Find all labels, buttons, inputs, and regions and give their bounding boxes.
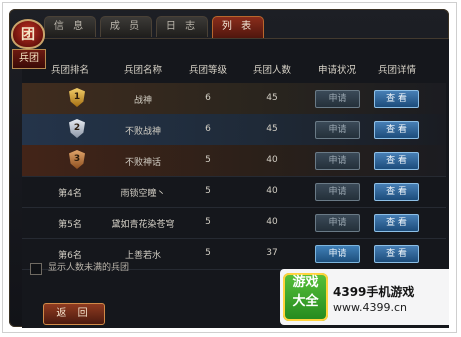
watermark-url: www.4399.cn: [333, 301, 407, 314]
guild-name: 战神: [133, 96, 152, 106]
guild-level: 6: [205, 124, 211, 134]
apply-button[interactable]: 申请: [315, 152, 360, 170]
header-name: 兵团名称: [123, 65, 162, 76]
guild-emblem-glyph: 团: [21, 27, 35, 43]
table-row: 2 不败战神 6 45 申请 查 看: [22, 114, 446, 146]
guild-members: 45: [266, 124, 278, 134]
guild-rank: 第5名: [58, 220, 82, 230]
guild-emblem: 团 兵团: [11, 19, 46, 71]
table-row: 第5名 黛如青花染苍穹 5 40 申请 查 看: [22, 207, 446, 239]
header-members: 兵团人数: [252, 65, 291, 76]
guild-name: 黛如青花染苍穹: [111, 220, 175, 230]
header-apply: 申请状况: [317, 65, 356, 76]
guild-members: 37: [266, 248, 278, 258]
table-row: 3 不败神话 5 40 申请 查 看: [22, 145, 446, 177]
view-button[interactable]: 查 看: [374, 214, 419, 232]
table-row: 1 战神 6 45 申请 查 看: [22, 83, 446, 115]
guild-emblem-label: 兵团: [12, 49, 46, 69]
view-button[interactable]: 查 看: [374, 152, 419, 170]
view-button[interactable]: 查 看: [374, 90, 419, 108]
back-button[interactable]: 返 回: [43, 303, 105, 325]
guild-level: 5: [205, 248, 211, 258]
guild-level: 5: [205, 217, 211, 227]
watermark-logo: 游戏 大全: [283, 273, 328, 321]
gold-shield-icon: 1: [69, 88, 85, 107]
guild-members: 40: [266, 186, 278, 196]
guild-name: 不败神话: [124, 158, 161, 168]
table-row: 第4名 雨锁空瞳丶 5 40 申请 查 看: [22, 176, 446, 208]
apply-button[interactable]: 申请: [315, 245, 360, 263]
guild-members: 45: [266, 93, 278, 103]
watermark-box-top: 游戏: [292, 275, 319, 290]
view-button[interactable]: 查 看: [374, 245, 419, 263]
guild-members: 40: [266, 217, 278, 227]
guild-members: 40: [266, 155, 278, 165]
bronze-shield-icon: 3: [69, 150, 85, 169]
guild-level: 5: [205, 155, 211, 165]
show-unfilled-checkbox[interactable]: [30, 263, 42, 275]
guild-name: 不败战神: [124, 127, 161, 137]
view-button[interactable]: 查 看: [374, 183, 419, 201]
apply-button[interactable]: 申请: [315, 90, 360, 108]
watermark-box-bottom: 大全: [292, 294, 319, 309]
tab-members[interactable]: 成 员: [100, 16, 152, 37]
header-level: 兵团等级: [188, 65, 227, 76]
apply-button[interactable]: 申请: [315, 121, 360, 139]
tab-log[interactable]: 日 志: [156, 16, 208, 37]
header-rank: 兵团排名: [50, 65, 89, 76]
header-detail: 兵团详情: [377, 65, 416, 76]
apply-button[interactable]: 申请: [315, 214, 360, 232]
view-button[interactable]: 查 看: [374, 121, 419, 139]
guild-rank: 第6名: [58, 251, 82, 261]
guild-name: 雨锁空瞳丶: [120, 189, 166, 199]
watermark-title: 4399手机游戏: [333, 285, 415, 299]
show-unfilled-label: 显示人数未满的兵团: [48, 263, 130, 273]
guild-name: 上善若水: [124, 251, 161, 261]
table-header: 兵团排名 兵团名称 兵团等级 兵团人数 申请状况 兵团详情: [22, 62, 446, 82]
apply-button[interactable]: 申请: [315, 183, 360, 201]
silver-shield-icon: 2: [69, 119, 85, 138]
guild-rank: 第4名: [58, 189, 82, 199]
tab-info[interactable]: 信 息: [44, 16, 96, 37]
guild-level: 6: [205, 93, 211, 103]
tab-list[interactable]: 列 表: [212, 16, 264, 39]
guild-level: 5: [205, 186, 211, 196]
